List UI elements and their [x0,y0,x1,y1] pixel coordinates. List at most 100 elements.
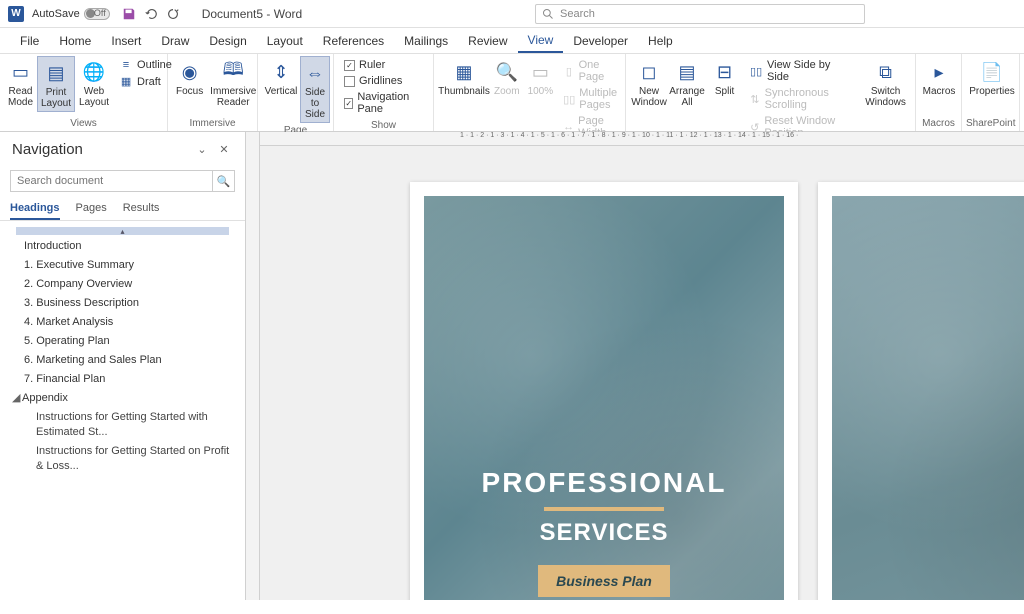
macros-button[interactable]: ▸ Macros [920,56,958,99]
document-page-1[interactable]: PROFESSIONAL SERVICES Business Plan [410,182,798,600]
nav-tab-pages[interactable]: Pages [76,202,107,220]
side-to-side-button[interactable]: ⇔ Side to Side [300,56,330,123]
zoom-button[interactable]: 🔍 Zoom [490,56,524,99]
web-layout-button[interactable]: 🌐 Web Layout [75,56,113,110]
autosave-label: AutoSave [32,8,80,20]
horizontal-ruler[interactable]: 1 · 1 · 2 · 1 · 3 · 1 · 4 · 1 · 5 · 1 · … [260,132,1024,146]
page-2-image [832,196,1024,600]
navigation-tabs: Headings Pages Results [0,196,245,221]
cover-title: PROFESSIONAL [482,467,727,499]
ribbon-group-immersive: ◉ Focus 🕮 Immersive Reader Immersive [168,54,258,131]
nav-heading-item[interactable]: 4. Market Analysis [0,313,245,332]
navigation-pane-checkbox[interactable]: Navigation Pane [342,90,425,116]
sync-scroll-icon: ⇅ [749,93,760,106]
nav-tab-results[interactable]: Results [123,202,160,220]
immersive-reader-icon: 🕮 [223,58,244,86]
undo-icon[interactable] [142,5,160,23]
navigation-title: Navigation [12,141,189,158]
tab-insert[interactable]: Insert [101,28,151,53]
tab-design[interactable]: Design [199,28,256,53]
immersive-reader-button[interactable]: 🕮 Immersive Reader [207,56,259,110]
draft-icon: ▦ [119,75,133,88]
navigation-search[interactable]: 🔍 [10,170,235,192]
thumbnails-button[interactable]: ▦ Thumbnails [438,56,490,99]
save-icon[interactable] [120,5,138,23]
checkbox-icon [344,60,355,71]
autosave-toggle[interactable]: AutoSave Off [32,8,110,20]
nav-heading-item[interactable]: 2. Company Overview [0,275,245,294]
new-window-button[interactable]: ◻ New Window [630,56,668,110]
nav-heading-item[interactable]: 5. Operating Plan [0,332,245,351]
checkbox-icon [344,98,353,109]
nav-heading-item[interactable]: 6. Marketing and Sales Plan [0,351,245,370]
search-box[interactable]: Search [535,4,865,24]
gridlines-checkbox[interactable]: Gridlines [342,74,425,88]
view-side-by-side-button[interactable]: ▯▯View Side by Side [747,58,856,84]
collapse-icon[interactable]: ◢ [12,391,22,406]
print-layout-button[interactable]: ▤ Print Layout [37,56,75,112]
document-page-2[interactable] [818,182,1024,600]
navigation-headings-list: ▴ Introduction 1. Executive Summary 2. C… [0,221,245,480]
tab-draw[interactable]: Draw [151,28,199,53]
autosave-switch[interactable]: Off [84,8,110,20]
tab-help[interactable]: Help [638,28,683,53]
tab-file[interactable]: File [10,28,49,53]
cover-underline [544,507,664,511]
document-canvas[interactable]: PROFESSIONAL SERVICES Business Plan [246,132,1024,600]
one-page-button[interactable]: ▯One Page [561,58,621,84]
close-icon[interactable]: ✕ [215,140,233,158]
focus-button[interactable]: ◉ Focus [172,56,207,99]
tab-references[interactable]: References [313,28,394,53]
nav-heading-item[interactable]: 1. Executive Summary [0,256,245,275]
tab-mailings[interactable]: Mailings [394,28,458,53]
split-icon: ⊟ [717,58,732,86]
chevron-down-icon[interactable]: ⌄ [193,140,211,158]
read-mode-button[interactable]: ▭ Read Mode [4,56,37,110]
nav-heading-item[interactable]: Instructions for Getting Started with Es… [0,408,245,442]
print-layout-icon: ▤ [48,59,65,87]
nav-heading-item[interactable]: 3. Business Description [0,294,245,313]
redo-icon[interactable] [164,5,182,23]
multiple-pages-button[interactable]: ▯▯Multiple Pages [561,86,621,112]
navigation-search-input[interactable] [11,171,212,191]
split-button[interactable]: ⊟ Split [706,56,743,99]
switch-windows-button[interactable]: ⧉ Switch Windows [860,56,911,110]
draft-button[interactable]: ▦Draft [117,74,174,89]
tab-home[interactable]: Home [49,28,101,53]
ribbon-group-show: Ruler Gridlines Navigation Pane Show [334,54,434,131]
nav-heading-item[interactable]: Introduction [0,237,245,256]
ruler-checkbox[interactable]: Ruler [342,58,425,72]
outline-button[interactable]: ≡Outline [117,58,174,72]
zoom-icon: 🔍 [496,58,518,86]
sync-scrolling-button[interactable]: ⇅Synchronous Scrolling [747,86,856,112]
arrange-all-button[interactable]: ▤ Arrange All [668,56,706,110]
nav-tab-headings[interactable]: Headings [10,202,60,220]
tab-view[interactable]: View [518,28,564,53]
outline-icon: ≡ [119,59,133,71]
nav-heading-item[interactable]: Instructions for Getting Started on Prof… [0,442,245,476]
ribbon-group-sharepoint: 📄 Properties SharePoint [962,54,1020,131]
properties-button[interactable]: 📄 Properties [966,56,1018,99]
title-bar: W AutoSave Off Document5 - Word Search [0,0,1024,28]
tab-layout[interactable]: Layout [257,28,313,53]
search-icon[interactable]: 🔍 [212,171,234,191]
arrange-all-icon: ▤ [678,58,695,86]
document-scroll-area[interactable]: PROFESSIONAL SERVICES Business Plan [260,132,1024,600]
new-window-icon: ◻ [642,58,657,86]
ribbon-group-macros: ▸ Macros Macros [916,54,962,131]
document-title: Document5 - Word [202,7,302,21]
nav-heading-item[interactable]: ◢Appendix [0,389,245,408]
vertical-ruler[interactable] [246,132,260,600]
tab-review[interactable]: Review [458,28,517,53]
cover-subtitle: SERVICES [540,519,669,547]
ribbon-group-views: ▭ Read Mode ▤ Print Layout 🌐 Web Layout … [0,54,168,131]
checkbox-icon [344,76,355,87]
search-icon [542,8,554,20]
nav-top-marker[interactable]: ▴ [16,227,229,235]
hundred-percent-button[interactable]: ▭ 100% [524,56,558,99]
properties-icon: 📄 [981,58,1003,86]
vertical-button[interactable]: ⇕ Vertical [262,56,300,99]
tab-developer[interactable]: Developer [563,28,638,53]
nav-heading-item[interactable]: 7. Financial Plan [0,370,245,389]
multi-page-icon: ▯▯ [563,93,575,106]
